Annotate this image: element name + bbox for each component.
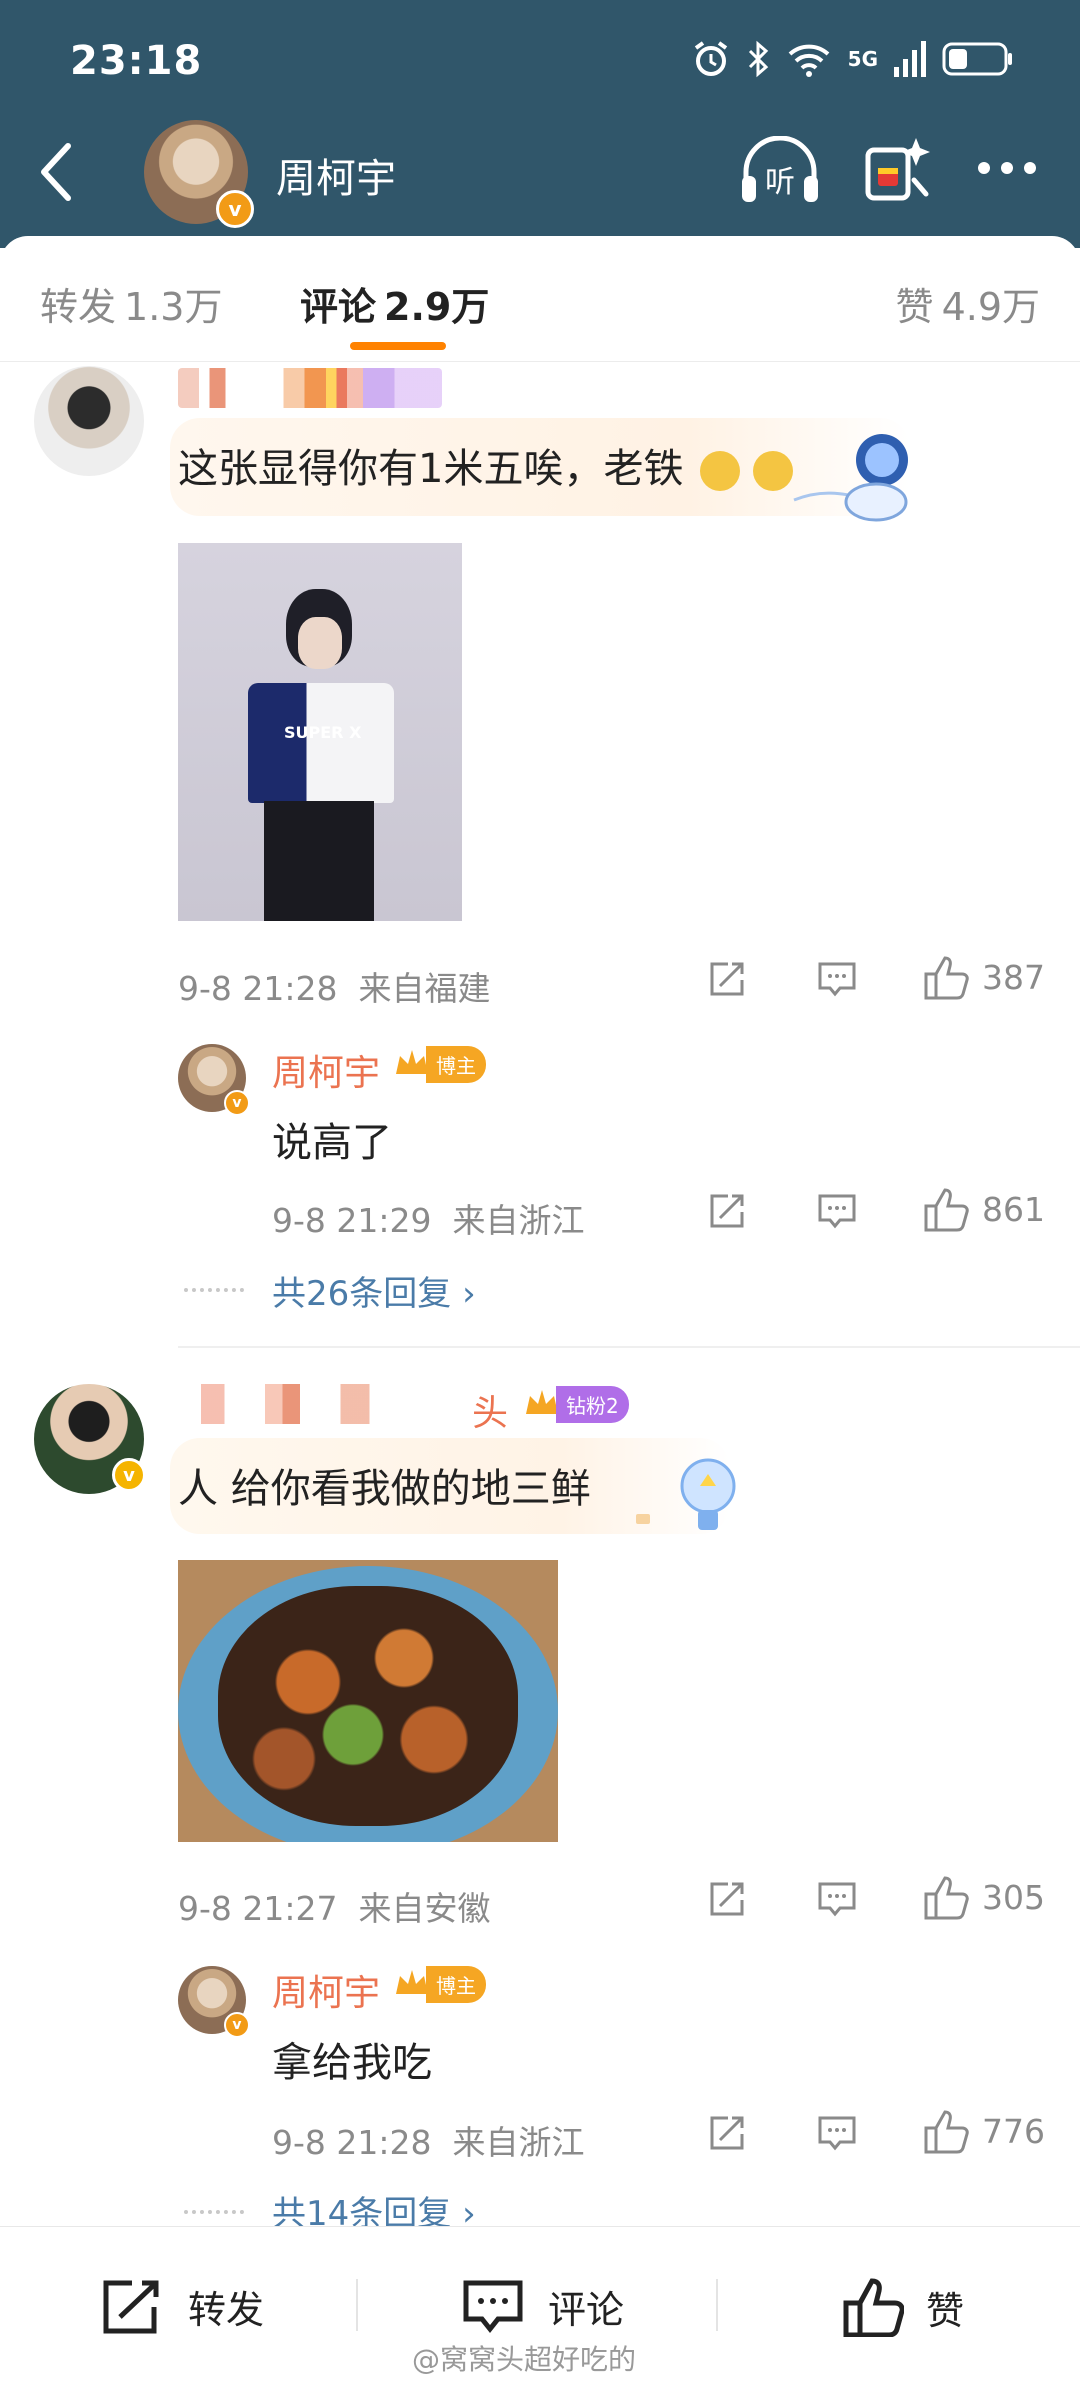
- thumbs-up-icon: [924, 2110, 969, 2154]
- thumbs-up-icon: [924, 1188, 969, 1232]
- comment-action[interactable]: 评论: [460, 2277, 624, 2335]
- comment-meta: 9-8 21:28 来自福建: [178, 969, 491, 1008]
- separator: [356, 2279, 358, 2331]
- doge-emoji-icon: [752, 451, 793, 491]
- photo-pants: [264, 801, 374, 921]
- status-time: 23:18: [70, 38, 203, 84]
- verified-badge-icon: v: [112, 1458, 146, 1492]
- reply-meta: 9-8 21:29 来自浙江: [272, 1201, 585, 1240]
- dots-divider: [184, 2210, 244, 2214]
- verified-badge-icon: v: [224, 2012, 250, 2038]
- tab-bar: 转发 1.3万 评论 2.9万 赞 4.9万: [0, 236, 1080, 362]
- like-button[interactable]: 776: [922, 2108, 1045, 2154]
- svg-text:听: 听: [765, 165, 795, 200]
- thumbs-up-icon: [843, 2278, 904, 2337]
- fan-badge: 钻粉2: [522, 1385, 629, 1423]
- like-button[interactable]: 387: [922, 954, 1045, 1000]
- reply-username[interactable]: 周柯宇: [272, 1964, 380, 2016]
- username-suffix[interactable]: 头: [472, 1384, 508, 1436]
- repost-action[interactable]: 转发: [100, 2277, 264, 2335]
- comment-photo[interactable]: SUPER X: [178, 543, 462, 921]
- commenter-avatar[interactable]: v: [34, 1384, 146, 1494]
- gift-icon[interactable]: [862, 134, 932, 204]
- username-blurred: [178, 1384, 468, 1424]
- comment-icon[interactable]: [816, 1878, 858, 1920]
- reply-username[interactable]: 周柯宇: [272, 1044, 380, 1096]
- wifi-icon: [788, 44, 830, 77]
- repost-icon[interactable]: [706, 2112, 748, 2154]
- comment-meta: 9-8 21:27 来自安徽: [178, 1889, 491, 1928]
- photo-food: [218, 1586, 518, 1826]
- active-tab-indicator: [350, 342, 446, 350]
- photo-face: [298, 617, 342, 669]
- reply-text: 说高了: [272, 1120, 392, 1166]
- reply-text: 拿给我吃: [272, 2040, 432, 2086]
- comment-icon: [463, 2280, 523, 2334]
- repost-icon[interactable]: [706, 1190, 748, 1232]
- author-badge: 博主: [392, 1965, 486, 2003]
- comment-text: 这张显得你有1米五唉，老铁: [178, 436, 793, 494]
- reply-avatar[interactable]: v: [178, 1966, 250, 2038]
- tab-repost[interactable]: 转发 1.3万: [40, 276, 222, 331]
- comment-photo[interactable]: [178, 1560, 558, 1842]
- top-header: 23:18 5G v 周柯宇 听: [0, 0, 1080, 248]
- author-avatar[interactable]: v: [144, 120, 254, 228]
- astronaut-decoration-icon: [793, 434, 908, 522]
- repost-icon[interactable]: [706, 958, 748, 1000]
- like-count: 305: [982, 1877, 1045, 1917]
- like-count: 861: [982, 1189, 1045, 1229]
- doge-emoji-icon: [700, 451, 741, 491]
- dots-divider: [184, 1288, 244, 1292]
- bluetooth-icon: [748, 40, 768, 78]
- reply-avatar[interactable]: v: [178, 1044, 250, 1116]
- like-button[interactable]: 861: [922, 1186, 1045, 1232]
- author-badge: 博主: [392, 1045, 486, 1083]
- repost-icon: [103, 2280, 159, 2334]
- tab-comment[interactable]: 评论 2.9万: [300, 276, 489, 331]
- verified-badge-icon: v: [216, 190, 254, 228]
- separator: [716, 2279, 718, 2331]
- watermark: @窝窝头超好吃的: [412, 2343, 637, 2376]
- comment-divider: [178, 1346, 1080, 1348]
- like-count: 387: [982, 957, 1045, 997]
- signal-icon: [894, 41, 926, 77]
- battery-icon: [942, 42, 1012, 76]
- page-title[interactable]: 周柯宇: [276, 146, 396, 204]
- status-icons: 5G: [692, 40, 1014, 78]
- comment-icon[interactable]: [816, 958, 858, 1000]
- like-action[interactable]: 赞: [842, 2277, 964, 2337]
- comment-icon[interactable]: [816, 2112, 858, 2154]
- more-replies-link[interactable]: 共26条回复 ›: [272, 1266, 476, 1315]
- repost-icon[interactable]: [706, 1878, 748, 1920]
- thumbs-up-icon: [924, 1876, 969, 1920]
- comment-icon[interactable]: [816, 1190, 858, 1232]
- more-icon[interactable]: [976, 160, 1038, 176]
- tab-like[interactable]: 赞 4.9万: [896, 276, 1040, 331]
- alarm-icon: [694, 41, 727, 76]
- thumbs-up-icon: [924, 956, 969, 1000]
- like-count: 776: [982, 2111, 1045, 2151]
- commenter-avatar[interactable]: [34, 366, 144, 476]
- lightbulb-decoration-icon: [636, 1458, 736, 1530]
- verified-badge-icon: v: [224, 1090, 250, 1116]
- comment-text: 人 给你看我做的地三鲜: [178, 1466, 591, 1512]
- headphones-icon[interactable]: 听: [738, 136, 822, 206]
- reply-meta: 9-8 21:28 来自浙江: [272, 2123, 585, 2162]
- username-blurred: [178, 368, 442, 408]
- like-button[interactable]: 305: [922, 1874, 1045, 1920]
- network-type: 5G: [847, 47, 878, 71]
- back-arrow-icon[interactable]: [36, 140, 80, 204]
- photo-shirt: SUPER X: [248, 683, 394, 803]
